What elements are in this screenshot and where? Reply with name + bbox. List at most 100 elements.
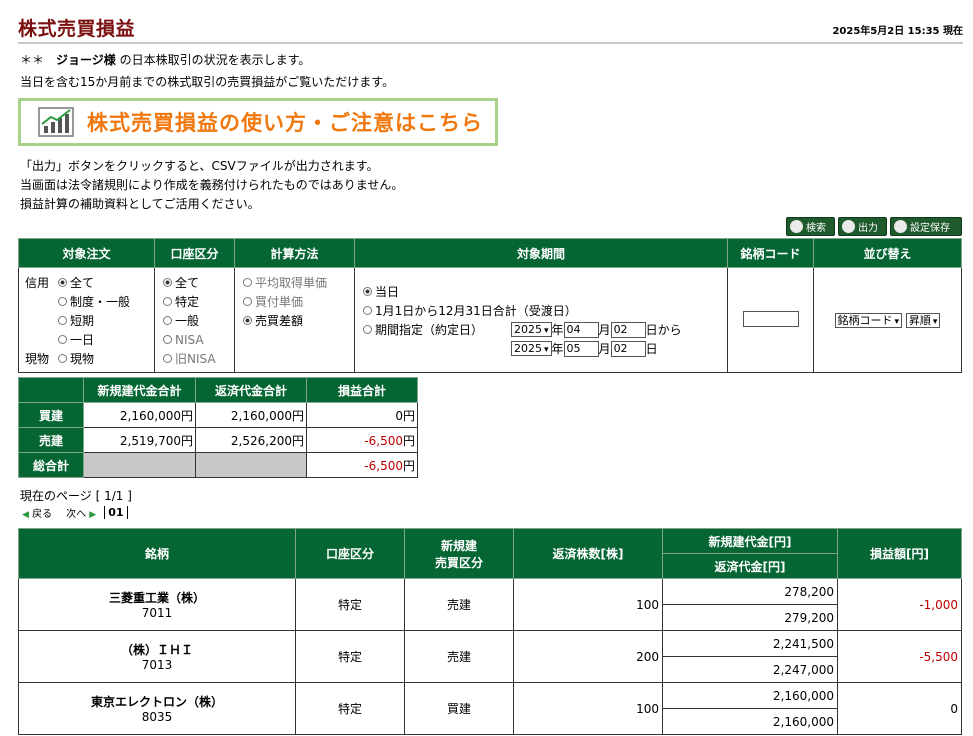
account-type-cell: 全て 特定 一般 NISA 旧NISA bbox=[154, 267, 235, 373]
sort-key-select[interactable]: 銘柄コード bbox=[834, 312, 903, 328]
table-row: 三菱重工業（株） 7011 特定 売建 100 278,200 -1,000 bbox=[18, 578, 962, 631]
intro-line-2: 当日を含む15か月前までの株式取引の売買損益がご覧いただけます。 bbox=[20, 75, 395, 89]
detail-header-name: 銘柄 bbox=[18, 528, 296, 579]
detail-header-pl: 損益額[円] bbox=[837, 528, 962, 579]
summary-table: 新規建代金合計 返済代金合計 損益合計 買建 2,160,000円 2,160,… bbox=[18, 377, 418, 478]
save-settings-button[interactable]: 設定保存 bbox=[890, 217, 962, 236]
account-general[interactable]: 一般 bbox=[163, 311, 234, 330]
gear-icon bbox=[894, 220, 907, 233]
user-name: ジョージ様 bbox=[56, 53, 116, 67]
filter-table: 対象注文 口座区分 計算方法 対象期間 銘柄コード 並び替え 信用 全て 制度・一… bbox=[18, 238, 962, 373]
pager: ◀ 戻る 次へ ▶ 01 bbox=[22, 505, 128, 520]
radio-icon bbox=[58, 354, 67, 363]
printer-icon bbox=[842, 220, 855, 233]
order-credit-system[interactable]: 制度・一般 bbox=[25, 292, 154, 311]
order-cash[interactable]: 現物 現物 bbox=[25, 349, 154, 368]
to-year-select[interactable]: 2025 bbox=[511, 341, 552, 356]
to-day-input[interactable]: 02 bbox=[610, 340, 646, 357]
order-credit-all[interactable]: 信用 全て bbox=[25, 273, 154, 292]
summary-header-open: 新規建代金合計 bbox=[83, 377, 196, 403]
radio-icon bbox=[243, 297, 252, 306]
radio-icon bbox=[58, 316, 67, 325]
method-average[interactable]: 平均取得単価 bbox=[243, 273, 354, 292]
header-sort: 並び替え bbox=[813, 238, 962, 268]
page-number[interactable]: 01 bbox=[104, 506, 128, 519]
intro-prefix: ＊＊ bbox=[20, 53, 57, 67]
next-link[interactable]: 次へ ▶ bbox=[66, 505, 96, 520]
radio-icon bbox=[163, 297, 172, 306]
radio-icon bbox=[243, 278, 252, 287]
header-order-type: 対象注文 bbox=[18, 238, 155, 268]
prev-arrow-icon: ◀ bbox=[22, 510, 29, 520]
radio-icon bbox=[363, 287, 372, 296]
page-status: 現在のページ [ 1/1 ] bbox=[20, 489, 132, 503]
detail-header-qty: 返済株数[株] bbox=[513, 528, 663, 579]
method-purchase[interactable]: 買付単価 bbox=[243, 292, 354, 311]
note-1: 「出力」ボタンをクリックすると、CSVファイルが出力されます。 bbox=[20, 159, 379, 173]
table-row: 東京エレクトロン（株） 8035 特定 買建 100 2,160,000 0 bbox=[18, 682, 962, 735]
radio-icon bbox=[363, 306, 372, 315]
stock-code-input[interactable] bbox=[742, 310, 799, 327]
summary-row-total: 総合計 -6,500円 bbox=[18, 452, 418, 478]
period-range[interactable]: 期間指定（約定日） 2025年 04月 02日から bbox=[363, 320, 727, 339]
chart-icon bbox=[38, 107, 74, 137]
header-calc-method: 計算方法 bbox=[234, 238, 355, 268]
radio-icon bbox=[163, 354, 172, 363]
order-credit-short[interactable]: 短期 bbox=[25, 311, 154, 330]
detail-header-trade: 新規建 売買区分 bbox=[404, 528, 514, 579]
header-account-type: 口座区分 bbox=[154, 238, 235, 268]
radio-icon bbox=[363, 325, 372, 334]
sort-order-select[interactable]: 昇順 bbox=[905, 312, 941, 328]
page-title: 株式売買損益 bbox=[18, 18, 136, 40]
prev-link[interactable]: ◀ 戻る bbox=[22, 505, 52, 520]
title-divider bbox=[18, 42, 963, 44]
radio-icon bbox=[58, 278, 67, 287]
account-old-nisa[interactable]: 旧NISA bbox=[163, 349, 234, 368]
order-type-cell: 信用 全て 制度・一般 短期 一日 現物 現物 bbox=[18, 267, 155, 373]
next-arrow-icon: ▶ bbox=[89, 510, 97, 520]
sort-cell: 銘柄コード 昇順 bbox=[813, 267, 962, 373]
from-day-input[interactable]: 02 bbox=[610, 321, 646, 338]
period-year[interactable]: 1月1日から12月31日合計（受渡日） bbox=[363, 301, 727, 320]
stock-name[interactable]: （株）ＩＨＩ bbox=[19, 641, 295, 658]
method-difference[interactable]: 売買差額 bbox=[243, 311, 354, 330]
period-today[interactable]: 当日 bbox=[363, 282, 727, 301]
from-year-select[interactable]: 2025 bbox=[511, 322, 552, 337]
detail-header-open-amount: 新規建代金[円] bbox=[662, 528, 838, 554]
stock-code: 8035 bbox=[141, 710, 173, 724]
summary-row-sell: 売建 2,519,700円 2,526,200円 -6,500円 bbox=[18, 427, 418, 453]
output-button[interactable]: 出力 bbox=[838, 217, 887, 236]
account-all[interactable]: 全て bbox=[163, 273, 234, 292]
period-cell: 当日 1月1日から12月31日合計（受渡日） 期間指定（約定日） 2025年 0… bbox=[354, 267, 728, 373]
banner-text: 株式売買損益の使い方・ご注意はこちら bbox=[87, 111, 483, 135]
radio-icon bbox=[58, 335, 67, 344]
note-3: 損益計算の補助資料としてご活用ください。 bbox=[20, 197, 260, 211]
to-month-input[interactable]: 05 bbox=[563, 340, 599, 357]
radio-icon bbox=[243, 316, 252, 325]
search-icon bbox=[790, 220, 803, 233]
search-button[interactable]: 検索 bbox=[786, 217, 835, 236]
header-period: 対象期間 bbox=[354, 238, 728, 268]
summary-header-pl: 損益合計 bbox=[306, 377, 418, 403]
stock-name[interactable]: 三菱重工業（株） bbox=[19, 589, 295, 606]
stock-code: 7013 bbox=[141, 658, 173, 672]
timestamp: 2025年5月2日 15:35 現在 bbox=[832, 26, 963, 37]
order-credit-day[interactable]: 一日 bbox=[25, 330, 154, 349]
calc-method-cell: 平均取得単価 買付単価 売買差額 bbox=[234, 267, 355, 373]
intro-suffix: の日本株取引の状況を表示します。 bbox=[115, 53, 311, 67]
summary-header-close: 返済代金合計 bbox=[195, 377, 307, 403]
radio-icon bbox=[163, 316, 172, 325]
account-specific[interactable]: 特定 bbox=[163, 292, 234, 311]
from-month-input[interactable]: 04 bbox=[563, 321, 599, 338]
account-nisa[interactable]: NISA bbox=[163, 330, 234, 349]
period-to-row: 2025年 05月 02日 bbox=[363, 339, 727, 358]
stock-name[interactable]: 東京エレクトロン（株） bbox=[19, 693, 295, 710]
detail-table: 銘柄 口座区分 新規建 売買区分 返済株数[株] 新規建代金[円] 損益額[円] … bbox=[18, 528, 962, 735]
detail-header-close-amount: 返済代金[円] bbox=[662, 553, 838, 579]
stock-code-cell bbox=[727, 267, 814, 373]
note-2: 当画面は法令諸規則により作成を義務付けられたものではありません。 bbox=[20, 178, 404, 192]
intro-line-1: ＊＊ ジョージ様 の日本株取引の状況を表示します。 bbox=[20, 51, 310, 68]
stock-code: 7011 bbox=[141, 606, 173, 620]
usage-guide-banner[interactable]: 株式売買損益の使い方・ご注意はこちら bbox=[18, 98, 498, 146]
radio-icon bbox=[58, 297, 67, 306]
